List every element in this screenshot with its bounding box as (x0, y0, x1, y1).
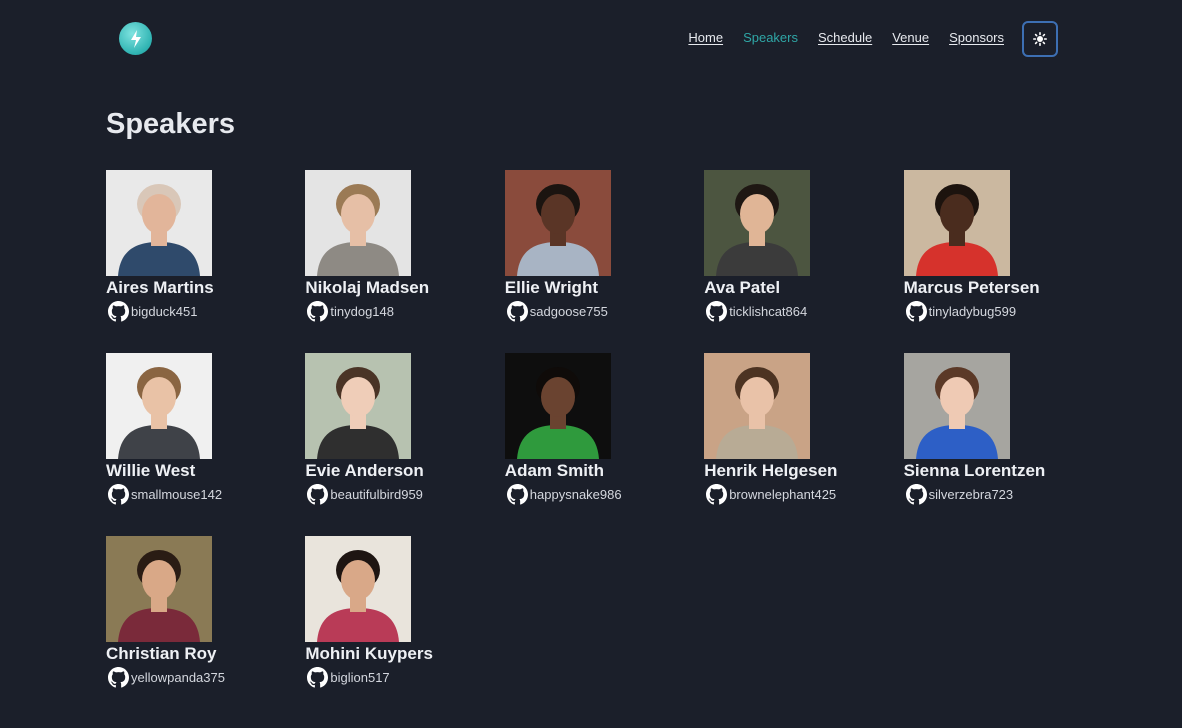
speaker-photo (106, 170, 212, 276)
github-icon (307, 484, 329, 505)
github-handle[interactable]: tinyladybug599 (905, 301, 1094, 322)
github-handle[interactable]: silverzebra723 (905, 484, 1094, 505)
github-icon (706, 484, 728, 505)
speaker-card[interactable]: Willie West smallmouse142 (106, 353, 296, 513)
nav-sponsors[interactable]: Sponsors (949, 30, 1004, 45)
github-username: yellowpanda375 (131, 670, 225, 685)
speaker-photo (903, 170, 1010, 276)
speaker-photo (106, 536, 212, 642)
github-username: bigduck451 (131, 304, 198, 319)
speaker-photo (106, 353, 212, 459)
github-icon (108, 667, 129, 688)
github-handle[interactable]: brownelephant425 (706, 484, 894, 505)
lightning-bolt-icon (130, 29, 141, 48)
sun-icon (1033, 32, 1047, 46)
nav-home[interactable]: Home (688, 30, 723, 45)
speaker-card[interactable]: Sienna Lorentzen silverzebra723 (903, 353, 1094, 513)
page-title: Speakers (106, 108, 235, 140)
speaker-name: Christian Roy (106, 644, 217, 663)
github-handle[interactable]: biglion517 (307, 667, 495, 688)
speaker-photo (504, 170, 611, 276)
site-header: Home Speakers Schedule Venue Sponsors (0, 0, 1182, 78)
speaker-card[interactable]: Henrik Helgesen brownelephant425 (704, 353, 894, 513)
github-username: tinyladybug599 (928, 304, 1017, 319)
theme-toggle-button[interactable] (1022, 21, 1058, 57)
github-username: ticklishcat864 (729, 304, 808, 319)
speaker-name: Sienna Lorentzen (903, 461, 1046, 480)
github-username: biglion517 (330, 670, 390, 685)
github-icon (706, 301, 728, 322)
speaker-card[interactable]: Evie Anderson beautifulbird959 (305, 353, 495, 513)
github-handle[interactable]: yellowpanda375 (108, 667, 296, 688)
speaker-name: Mohini Kuypers (305, 644, 433, 663)
speaker-card[interactable]: Adam Smith happysnake986 (504, 353, 695, 513)
speaker-name: Willie West (106, 461, 196, 480)
github-handle[interactable]: bigduck451 (108, 301, 296, 322)
speaker-name: Evie Anderson (305, 461, 424, 480)
speaker-photo (305, 353, 412, 459)
github-icon (307, 667, 329, 688)
nav-schedule[interactable]: Schedule (818, 30, 872, 45)
speaker-photo (504, 353, 611, 459)
github-username: sadgoose755 (529, 304, 608, 319)
github-icon (108, 301, 129, 322)
speaker-name: Adam Smith (504, 461, 604, 480)
speaker-card[interactable]: Mohini Kuypers biglion517 (305, 536, 495, 696)
github-icon (905, 484, 927, 505)
main-nav: Home Speakers Schedule Venue Sponsors (688, 30, 1004, 45)
github-handle[interactable]: smallmouse142 (108, 484, 296, 505)
github-username: silverzebra723 (928, 487, 1014, 502)
github-username: beautifulbird959 (330, 487, 423, 502)
speaker-name: Aires Martins (106, 278, 214, 297)
github-username: brownelephant425 (729, 487, 837, 502)
github-icon (506, 484, 528, 505)
github-icon (506, 301, 528, 322)
speaker-card[interactable]: Ava Patel ticklishcat864 (704, 170, 894, 330)
speaker-photo (305, 170, 412, 276)
speaker-card[interactable]: Ellie Wright sadgoose755 (504, 170, 695, 330)
speaker-name: Ava Patel (704, 278, 781, 297)
speaker-photo (704, 353, 811, 459)
speaker-name: Ellie Wright (504, 278, 598, 297)
github-icon (905, 301, 927, 322)
speaker-card[interactable]: Aires Martins bigduck451 (106, 170, 296, 330)
speaker-photo (704, 170, 811, 276)
github-icon (108, 484, 129, 505)
github-username: tinydog148 (330, 304, 395, 319)
github-icon (307, 301, 329, 322)
github-handle[interactable]: sadgoose755 (506, 301, 695, 322)
speaker-card[interactable]: Christian Roy yellowpanda375 (106, 536, 296, 696)
nav-venue[interactable]: Venue (892, 30, 929, 45)
github-handle[interactable]: tinydog148 (307, 301, 495, 322)
speaker-photo (305, 536, 412, 642)
speaker-card[interactable]: Nikolaj Madsen tinydog148 (305, 170, 495, 330)
github-handle[interactable]: happysnake986 (506, 484, 695, 505)
speaker-card[interactable]: Marcus Petersen tinyladybug599 (903, 170, 1094, 330)
github-username: happysnake986 (529, 487, 622, 502)
speaker-name: Henrik Helgesen (704, 461, 838, 480)
speaker-name: Marcus Petersen (903, 278, 1040, 297)
speaker-photo (903, 353, 1010, 459)
speaker-name: Nikolaj Madsen (305, 278, 430, 297)
logo[interactable] (119, 22, 152, 55)
github-handle[interactable]: beautifulbird959 (307, 484, 495, 505)
nav-speakers[interactable]: Speakers (743, 30, 798, 45)
github-username: smallmouse142 (131, 487, 223, 502)
github-handle[interactable]: ticklishcat864 (706, 301, 894, 322)
